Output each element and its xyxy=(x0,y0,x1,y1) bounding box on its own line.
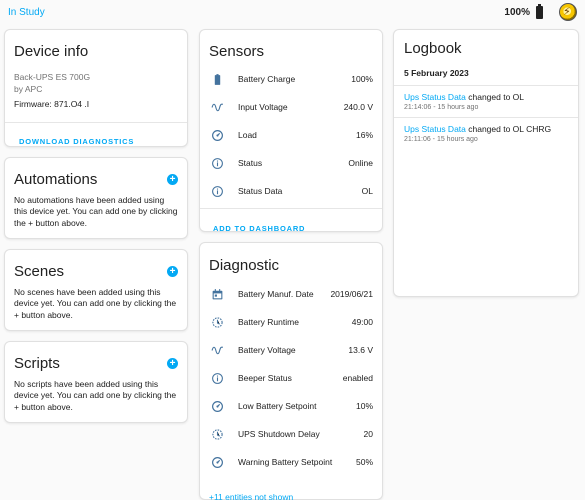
entity-name: Low Battery Setpoint xyxy=(238,401,317,411)
log-time: 21:14:06 - 15 hours ago xyxy=(404,104,479,111)
sensors-list: Battery Charge 100% Input Voltage 240.0 … xyxy=(200,65,382,205)
card-title: Device info xyxy=(14,43,89,60)
gauge-icon xyxy=(210,455,224,469)
entity-row[interactable]: Status Online xyxy=(200,149,382,177)
scenes-empty-text: No scenes have been added using this dev… xyxy=(14,287,177,320)
card-header: Automations + xyxy=(14,171,178,188)
add-to-dashboard-button[interactable]: ADD TO DASHBOARD xyxy=(213,224,305,233)
gauge-icon xyxy=(210,128,224,142)
entity-row[interactable]: Battery Manuf. Date 2019/06/21 xyxy=(200,280,382,308)
log-date-header: 5 February 2023 xyxy=(404,68,469,78)
log-entry: Ups Status Data changed to OL 21:14:06 -… xyxy=(394,85,578,117)
timer-icon xyxy=(210,315,224,329)
card-title: Diagnostic xyxy=(209,257,280,274)
entity-value: OL xyxy=(361,186,373,196)
card-title: Logbook xyxy=(404,40,462,57)
scenes-card: Scenes + No scenes have been added using… xyxy=(4,249,188,331)
calendar-icon xyxy=(210,287,224,301)
logbook-card: Logbook 5 February 2023 Ups Status Data … xyxy=(393,29,579,297)
device-manufacturer: by APC xyxy=(14,84,43,94)
entity-row[interactable]: Beeper Status enabled xyxy=(200,364,382,392)
entity-name: Beeper Status xyxy=(238,373,292,383)
entity-row[interactable]: UPS Shutdown Delay 20 xyxy=(200,420,382,448)
diagnostic-card: Diagnostic Battery Manuf. Date 2019/06/2… xyxy=(199,242,383,500)
info-icon xyxy=(210,156,224,170)
entity-row[interactable]: Battery Voltage 13.6 V xyxy=(200,336,382,364)
entity-name: Load xyxy=(238,130,257,140)
entity-row[interactable]: Input Voltage 240.0 V xyxy=(200,93,382,121)
entity-name: UPS Shutdown Delay xyxy=(238,429,320,439)
automations-card: Automations + No automations have been a… xyxy=(4,157,188,239)
top-bar: In Study 100% xyxy=(0,0,585,24)
entity-value: 2019/06/21 xyxy=(330,289,373,299)
card-header: Scenes + xyxy=(14,263,178,280)
entity-row[interactable]: Load 16% xyxy=(200,121,382,149)
card-title: Automations xyxy=(14,171,98,188)
entity-row[interactable]: Low Battery Setpoint 10% xyxy=(200,392,382,420)
status-area: 100% xyxy=(504,3,577,21)
diagnostic-list: Battery Manuf. Date 2019/06/21 Battery R… xyxy=(200,280,382,476)
download-diagnostics-button[interactable]: DOWNLOAD DIAGNOSTICS xyxy=(19,137,134,146)
timer-icon xyxy=(210,427,224,441)
gauge-icon xyxy=(210,399,224,413)
device-info-card: Device info Back-UPS ES 700G by APC Firm… xyxy=(4,29,188,147)
add-script-button[interactable]: + xyxy=(167,358,178,369)
sine-wave-icon xyxy=(210,343,224,357)
entity-row[interactable]: Battery Charge 100% xyxy=(200,65,382,93)
card-title: Sensors xyxy=(209,43,265,60)
log-message: Ups Status Data changed to OL xyxy=(404,92,568,102)
entity-value: enabled xyxy=(342,373,373,383)
card-title: Scenes xyxy=(14,263,65,280)
entity-value: 50% xyxy=(355,457,373,467)
scripts-empty-text: No scripts have been added using this de… xyxy=(14,379,177,412)
firmware-line: Firmware: 871.O4 .I xyxy=(14,99,178,110)
log-entity-link[interactable]: Ups Status Data xyxy=(404,92,466,102)
battery-full-icon xyxy=(536,3,543,19)
automations-empty-text: No automations have been added using thi… xyxy=(14,195,178,228)
entity-name: Battery Runtime xyxy=(238,317,299,327)
firmware-label: Firmware: xyxy=(14,99,52,109)
entity-row[interactable]: Battery Runtime 49:00 xyxy=(200,308,382,336)
card-title: Scripts xyxy=(14,355,60,372)
entity-value: 16% xyxy=(355,130,373,140)
card-header: Scripts + xyxy=(14,355,178,372)
entity-name: Status Data xyxy=(238,186,283,196)
entity-name: Warning Battery Setpoint xyxy=(238,457,333,467)
scripts-card: Scripts + No scripts have been added usi… xyxy=(4,341,188,423)
log-time: 21:11:06 - 15 hours ago xyxy=(404,136,478,143)
info-icon xyxy=(210,371,224,385)
entity-name: Input Voltage xyxy=(238,102,288,112)
sine-wave-icon xyxy=(210,100,224,114)
log-message: Ups Status Data changed to OL CHRG xyxy=(404,124,568,134)
log-entity-link[interactable]: Ups Status Data xyxy=(404,124,466,134)
log-action: changed to OL CHRG xyxy=(465,124,552,134)
entity-row[interactable]: Status Data OL xyxy=(200,177,382,205)
entity-name: Battery Charge xyxy=(238,74,296,84)
add-automation-button[interactable]: + xyxy=(167,174,178,185)
more-entities-link[interactable]: +11 entities not shown xyxy=(209,492,293,500)
log-entry: Ups Status Data changed to OL CHRG 21:11… xyxy=(394,117,578,149)
entity-value: 100% xyxy=(351,74,373,84)
user-avatar[interactable] xyxy=(559,3,577,21)
log-action: changed to OL xyxy=(465,92,525,102)
device-model: Back-UPS ES 700G xyxy=(14,72,91,82)
entity-name: Status xyxy=(238,158,263,168)
battery-icon xyxy=(210,72,224,86)
sensors-card: Sensors Battery Charge 100% Input Voltag… xyxy=(199,29,383,233)
firmware-value: 871.O4 .I xyxy=(54,99,90,109)
entity-value: 13.6 V xyxy=(348,345,373,355)
info-icon xyxy=(210,184,224,198)
entity-row[interactable]: Warning Battery Setpoint 50% xyxy=(200,448,382,476)
entity-name: Battery Manuf. Date xyxy=(238,289,314,299)
entity-value: 49:00 xyxy=(351,317,373,327)
battery-percent: 100% xyxy=(504,6,530,18)
add-scene-button[interactable]: + xyxy=(167,266,178,277)
entity-value: 20 xyxy=(363,429,373,439)
entity-value: 10% xyxy=(355,401,373,411)
entity-value: Online xyxy=(348,158,373,168)
entity-value: 240.0 V xyxy=(343,102,373,112)
entity-name: Battery Voltage xyxy=(238,345,296,355)
back-link[interactable]: In Study xyxy=(8,7,45,18)
